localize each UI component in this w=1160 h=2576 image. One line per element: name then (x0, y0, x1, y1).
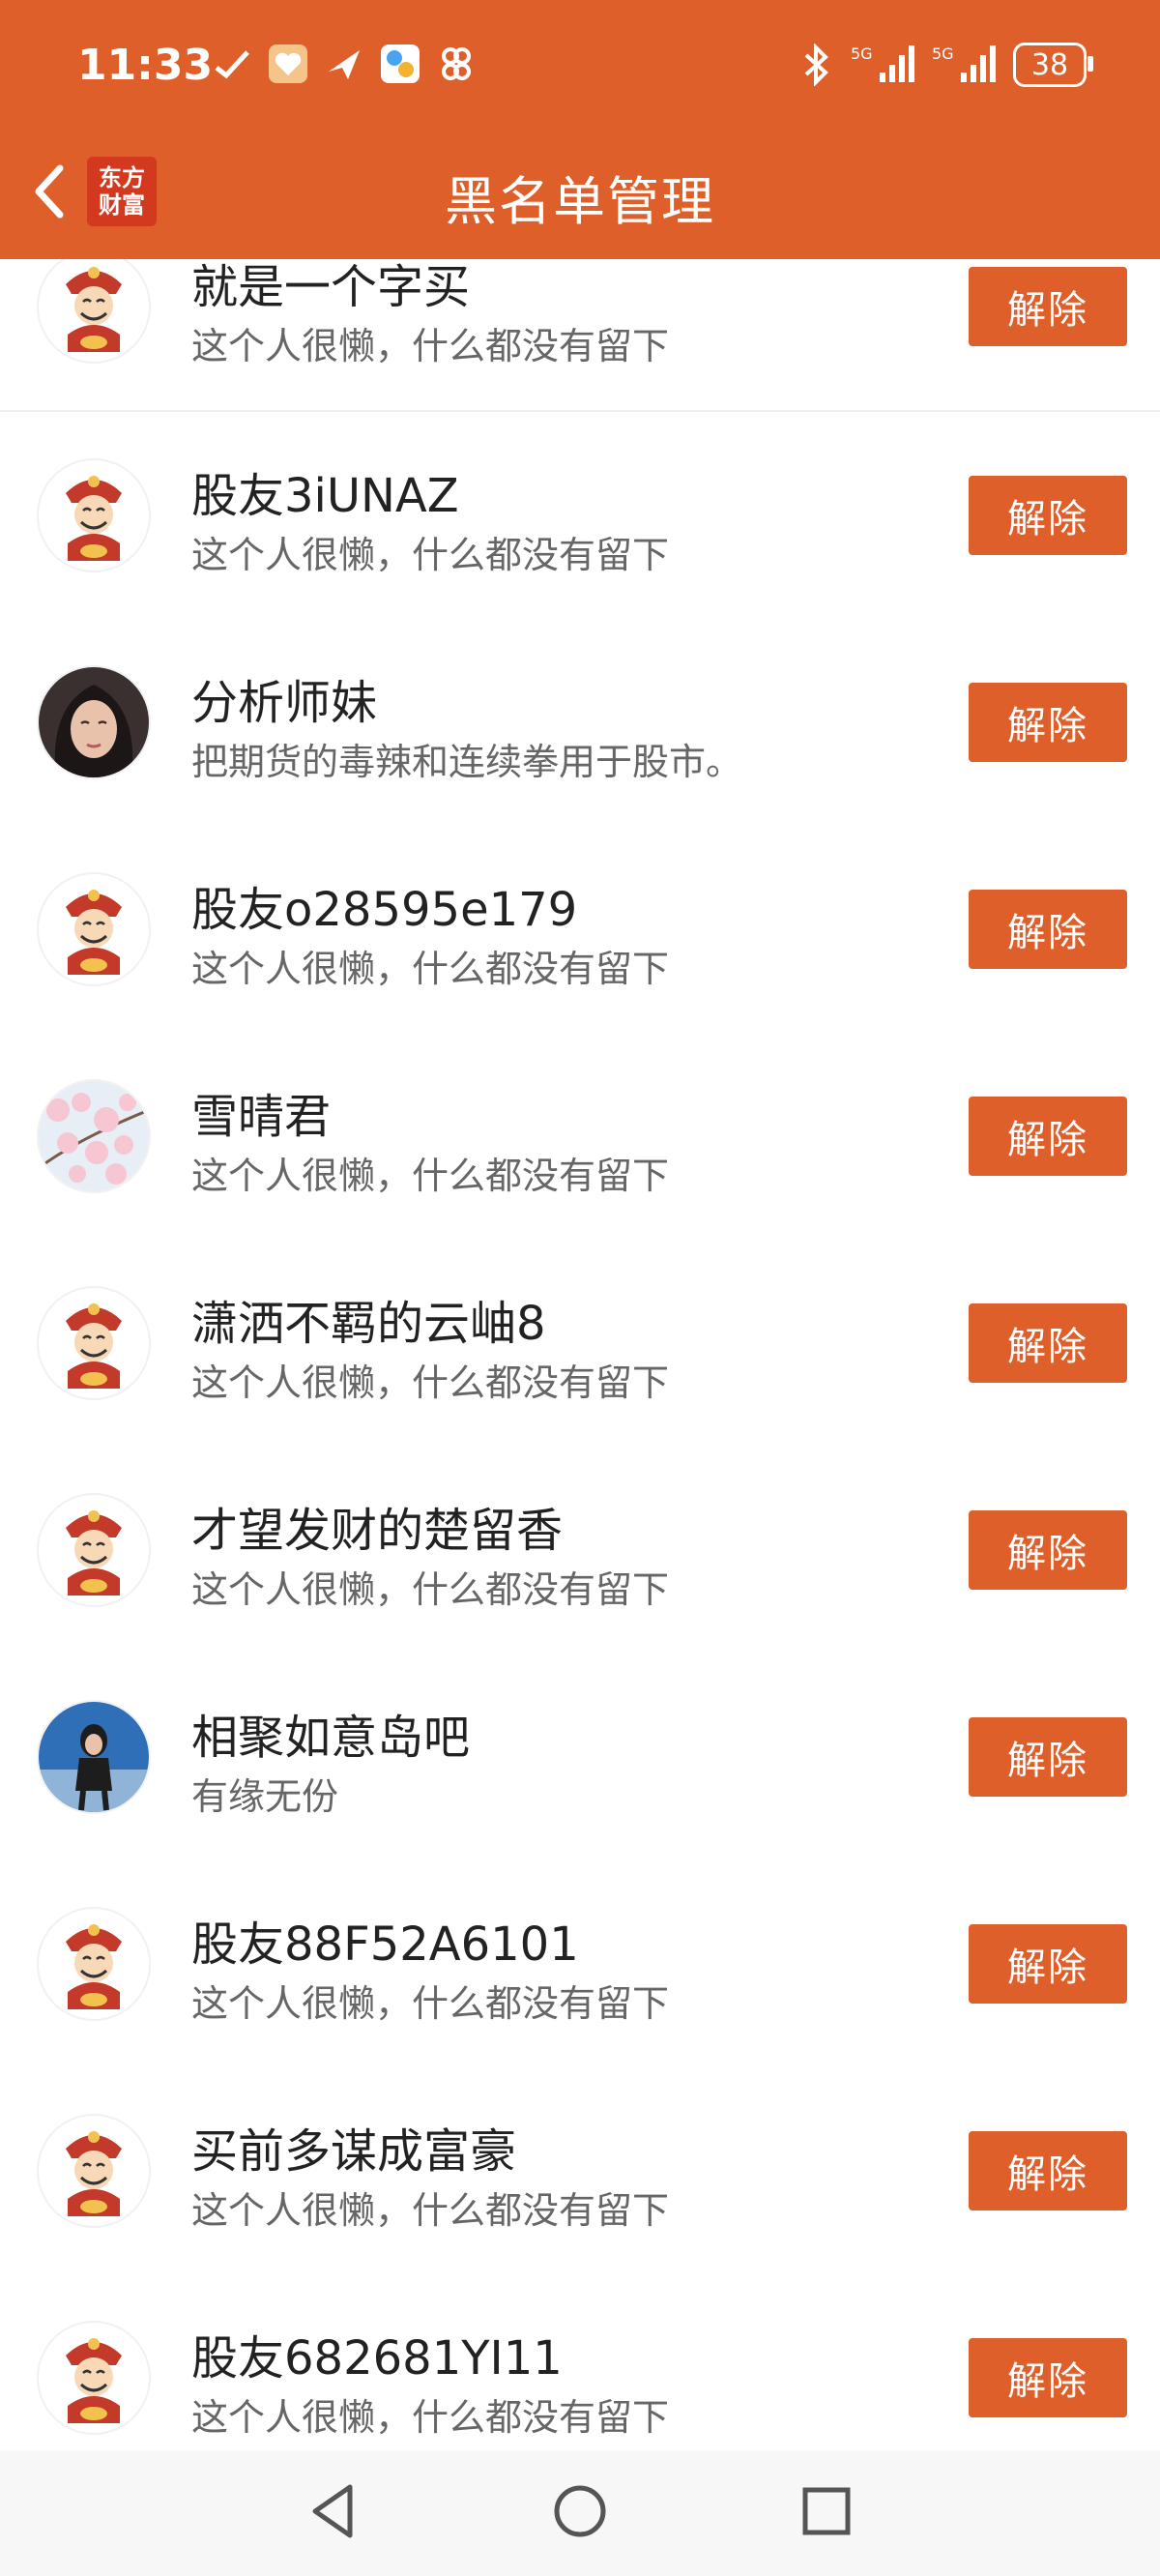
list-item: 潇洒不羁的云岫8 这个人很懒，什么都没有留下 解除 (0, 1240, 1160, 1449)
list-item: 相聚如意岛吧 有缘无份 解除 (0, 1654, 1160, 1862)
nav-home-icon[interactable] (546, 2477, 614, 2545)
nav-bar: 东方 财富 黑名单管理 (0, 145, 1160, 259)
user-name[interactable]: 潇洒不羁的云岫8 (191, 1285, 546, 1353)
system-status-icons: 5G 5G 38 (795, 43, 1093, 87)
user-name[interactable]: 股友3iUNAZ (191, 457, 459, 525)
list-item: 股友3iUNAZ 这个人很懒，什么都没有留下 解除 (0, 412, 1160, 621)
network-label: 5G (851, 44, 873, 63)
unblock-button[interactable]: 解除 (969, 267, 1127, 346)
avatar[interactable] (39, 2116, 149, 2226)
unblock-button[interactable]: 解除 (969, 2338, 1127, 2417)
signal-5g-icon-2: 5G (932, 44, 996, 82)
avatar[interactable] (39, 251, 149, 362)
avatar[interactable] (39, 874, 149, 984)
avatar[interactable] (39, 1081, 149, 1191)
user-name[interactable]: 股友o28595e179 (191, 871, 577, 939)
avatar[interactable] (39, 1702, 149, 1812)
avatar[interactable] (39, 460, 149, 571)
apps-icon (442, 47, 471, 80)
avatar[interactable] (39, 1288, 149, 1398)
top-bar: 11:33 5G 5G 38 东方 财富 黑名单管理 (0, 0, 1160, 259)
user-name[interactable]: 买前多谋成富豪 (191, 2113, 516, 2181)
list-item: 分析师妹 把期货的毒辣和连续拳用于股市。 解除 (0, 619, 1160, 828)
user-bio: 这个人很懒，什么都没有留下 (191, 1155, 670, 1197)
avatar[interactable] (39, 667, 149, 777)
app-notification-icon (215, 50, 249, 79)
unblock-button[interactable]: 解除 (969, 1717, 1127, 1797)
user-bio: 这个人很懒，什么都没有留下 (191, 325, 670, 367)
unblock-button[interactable]: 解除 (969, 1097, 1127, 1176)
unblock-button[interactable]: 解除 (969, 1510, 1127, 1590)
user-bio: 这个人很懒，什么都没有留下 (191, 2189, 670, 2232)
user-bio: 有缘无份 (191, 1775, 339, 1818)
user-bio: 这个人很懒，什么都没有留下 (191, 1982, 670, 2025)
user-bio: 这个人很懒，什么都没有留下 (191, 1361, 670, 1404)
user-bio: 这个人很懒，什么都没有留下 (191, 2396, 670, 2439)
unblock-button[interactable]: 解除 (969, 1303, 1127, 1383)
unblock-button[interactable]: 解除 (969, 890, 1127, 969)
battery-icon: 38 (1013, 43, 1093, 87)
avatar[interactable] (39, 2323, 149, 2433)
user-bio: 这个人很懒，什么都没有留下 (191, 534, 670, 576)
user-name[interactable]: 股友682681YI11 (191, 2320, 563, 2387)
signal-5g-icon: 5G (851, 44, 914, 82)
user-name[interactable]: 才望发财的楚留香 (191, 1492, 563, 1560)
user-bio: 这个人很懒，什么都没有留下 (191, 948, 670, 990)
browser-app-icon (381, 44, 420, 83)
user-name[interactable]: 雪晴君 (191, 1078, 331, 1146)
unblock-button[interactable]: 解除 (969, 476, 1127, 555)
list-item: 股友o28595e179 这个人很懒，什么都没有留下 解除 (0, 826, 1160, 1035)
user-bio: 把期货的毒辣和连续拳用于股市。 (191, 741, 743, 783)
unblock-button[interactable]: 解除 (969, 683, 1127, 762)
send-app-icon (329, 50, 360, 79)
bluetooth-icon (804, 44, 828, 86)
user-name[interactable]: 相聚如意岛吧 (191, 1699, 470, 1767)
list-item: 买前多谋成富豪 这个人很懒，什么都没有留下 解除 (0, 2067, 1160, 2276)
list-item: 股友88F52A6101 这个人很懒，什么都没有留下 解除 (0, 1860, 1160, 2069)
system-nav-bar (0, 2450, 1160, 2576)
user-name[interactable]: 股友88F52A6101 (191, 1906, 579, 1974)
favorite-app-icon (269, 44, 307, 83)
unblock-button[interactable]: 解除 (969, 2131, 1127, 2210)
avatar[interactable] (39, 1495, 149, 1605)
page-title: 黑名单管理 (445, 171, 715, 232)
unblock-button[interactable]: 解除 (969, 1924, 1127, 2004)
avatar[interactable] (39, 1909, 149, 2019)
status-time: 11:33 (77, 41, 214, 90)
list-item: 才望发财的楚留香 这个人很懒，什么都没有留下 解除 (0, 1447, 1160, 1655)
nav-recents-icon[interactable] (793, 2477, 860, 2545)
user-bio: 这个人很懒，什么都没有留下 (191, 1568, 670, 1611)
notification-icons (211, 43, 478, 85)
nav-back-icon[interactable] (300, 2477, 367, 2545)
network-label-2: 5G (932, 44, 954, 63)
list-item: 雪晴君 这个人很懒，什么都没有留下 解除 (0, 1033, 1160, 1242)
status-bar: 11:33 5G 5G 38 (0, 0, 1160, 145)
user-name[interactable]: 分析师妹 (191, 664, 377, 732)
